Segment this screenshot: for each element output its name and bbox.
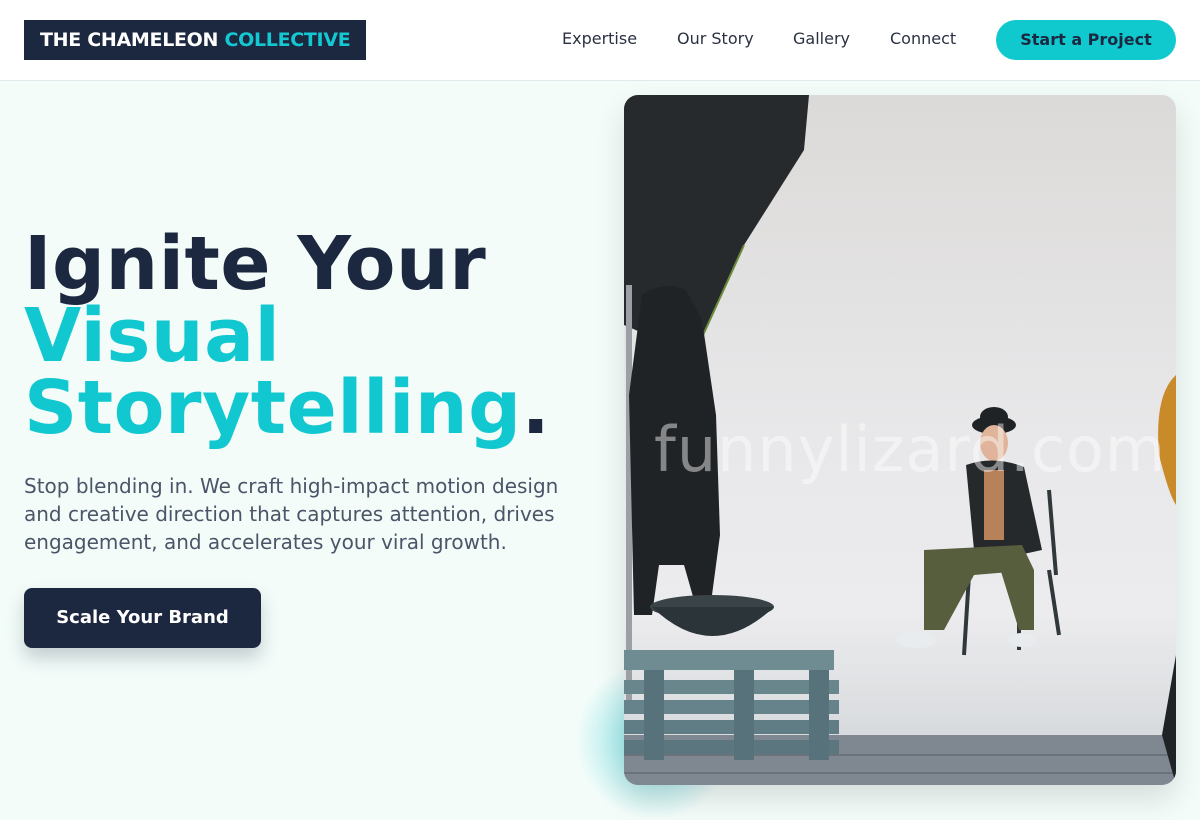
- nav-link-our-story[interactable]: Our Story: [677, 28, 754, 50]
- hero-title-line3: Storytelling: [24, 365, 522, 451]
- hero-title: Ignite Your Visual Storytelling.: [24, 227, 604, 445]
- photo-watermark: funnylizard.com: [654, 413, 1167, 486]
- nav-link-connect[interactable]: Connect: [890, 28, 956, 50]
- nav-link-expertise[interactable]: Expertise: [562, 28, 637, 50]
- site-header: THE CHAMELEON COLLECTIVE Expertise Our S…: [0, 0, 1200, 81]
- hero-subtitle: Stop blending in. We craft high-impact m…: [24, 474, 559, 554]
- scale-brand-button[interactable]: Scale Your Brand: [24, 588, 261, 648]
- hero-photo: funnylizard.com: [624, 95, 1176, 785]
- wooden-pallets: [624, 650, 834, 670]
- nav-link-gallery[interactable]: Gallery: [793, 28, 850, 50]
- start-project-button[interactable]: Start a Project: [996, 20, 1176, 60]
- hero-title-period: .: [521, 365, 551, 451]
